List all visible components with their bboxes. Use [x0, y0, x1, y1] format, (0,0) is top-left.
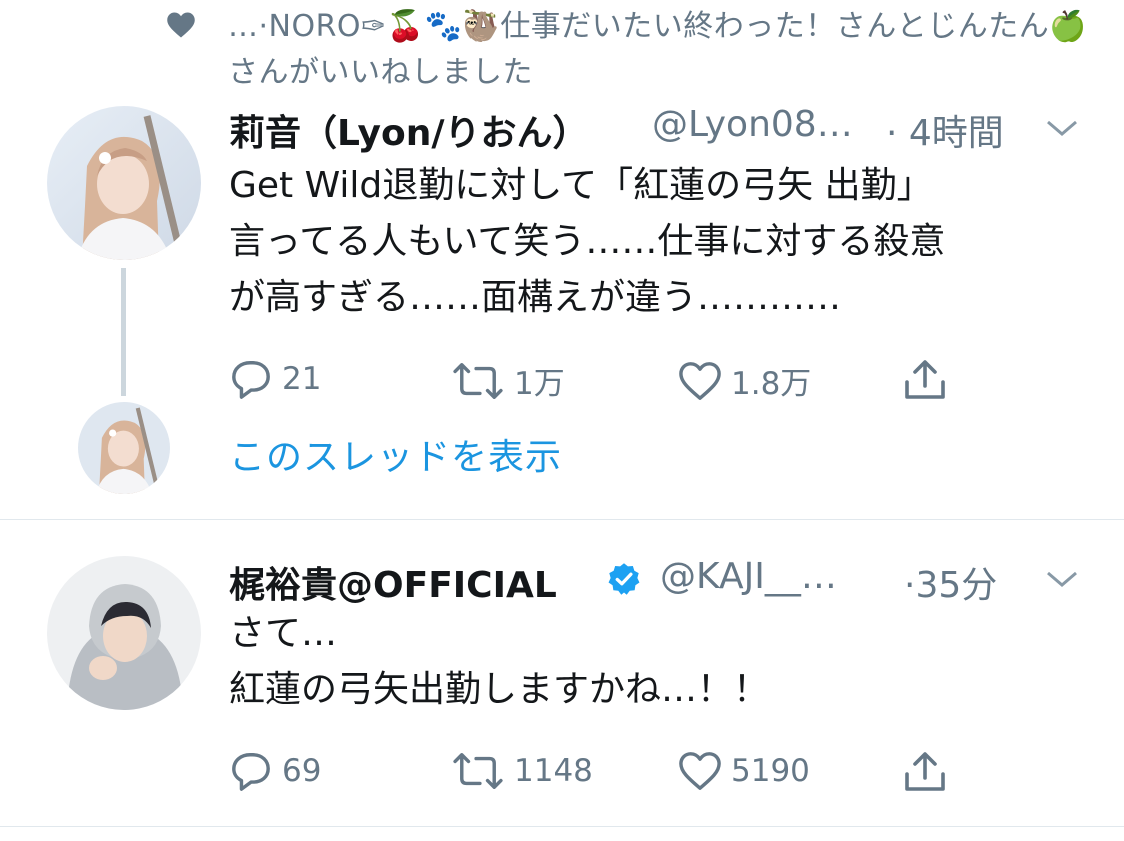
avatar[interactable] — [47, 556, 201, 710]
share-icon[interactable] — [901, 748, 949, 794]
retweet-icon — [453, 362, 503, 399]
tweet-author-name[interactable]: 梶裕貴@OFFICIAL — [229, 556, 557, 608]
liked-heart-icon — [167, 12, 195, 38]
avatar[interactable] — [47, 106, 201, 260]
retweet-icon — [453, 753, 503, 789]
tweet-timestamp[interactable]: ·35分 — [904, 556, 997, 608]
verified-badge-icon — [608, 563, 640, 595]
like-button[interactable]: 5190 — [677, 750, 810, 792]
tweet-author-handle[interactable]: @Lyon08… — [652, 104, 853, 145]
chevron-down-icon[interactable] — [1045, 569, 1079, 589]
retweet-count: 1148 — [514, 753, 593, 789]
reply-icon — [232, 361, 270, 399]
tweet-timestamp[interactable]: · 4時間 — [886, 104, 1004, 156]
show-thread-link[interactable]: このスレッドを表示 — [229, 428, 562, 480]
retweet-button[interactable]: 1万 — [450, 358, 565, 403]
liked-by-text: …·NORO✑🍒🐾🦥仕事だいたい終わった！さんとじんたん🍏さんがいいねしました — [228, 9, 1088, 90]
reply-button[interactable]: 69 — [228, 750, 321, 792]
like-count: 5190 — [731, 753, 810, 789]
heart-icon — [679, 752, 721, 790]
thread-connector-line — [121, 268, 126, 396]
tweet-author-handle[interactable]: @KAJI__… — [660, 556, 837, 597]
retweet-count: 1万 — [514, 366, 565, 402]
reply-count: 21 — [282, 361, 322, 397]
reply-count: 69 — [282, 753, 322, 789]
like-count: 1.8万 — [731, 366, 812, 402]
like-button[interactable]: 1.8万 — [677, 358, 811, 403]
chevron-down-icon[interactable] — [1045, 118, 1079, 138]
retweet-button[interactable]: 1148 — [450, 750, 593, 792]
reply-button[interactable]: 21 — [228, 358, 321, 400]
heart-icon — [679, 361, 721, 400]
tweet-divider — [0, 519, 1124, 520]
tweet-text: Get Wild退勤に対して「紅蓮の弓矢 出勤」 言ってる人もいて笑う……仕事に… — [229, 165, 946, 318]
tweet-author-name[interactable]: 莉音（Lyon/りおん） — [229, 104, 588, 156]
share-icon[interactable] — [901, 356, 949, 402]
reply-icon — [232, 753, 270, 791]
thread-avatar[interactable] — [78, 402, 170, 494]
tweet-divider — [0, 826, 1124, 827]
tweet-text: さて… 紅蓮の弓矢出勤しますかね…！！ — [229, 613, 770, 710]
